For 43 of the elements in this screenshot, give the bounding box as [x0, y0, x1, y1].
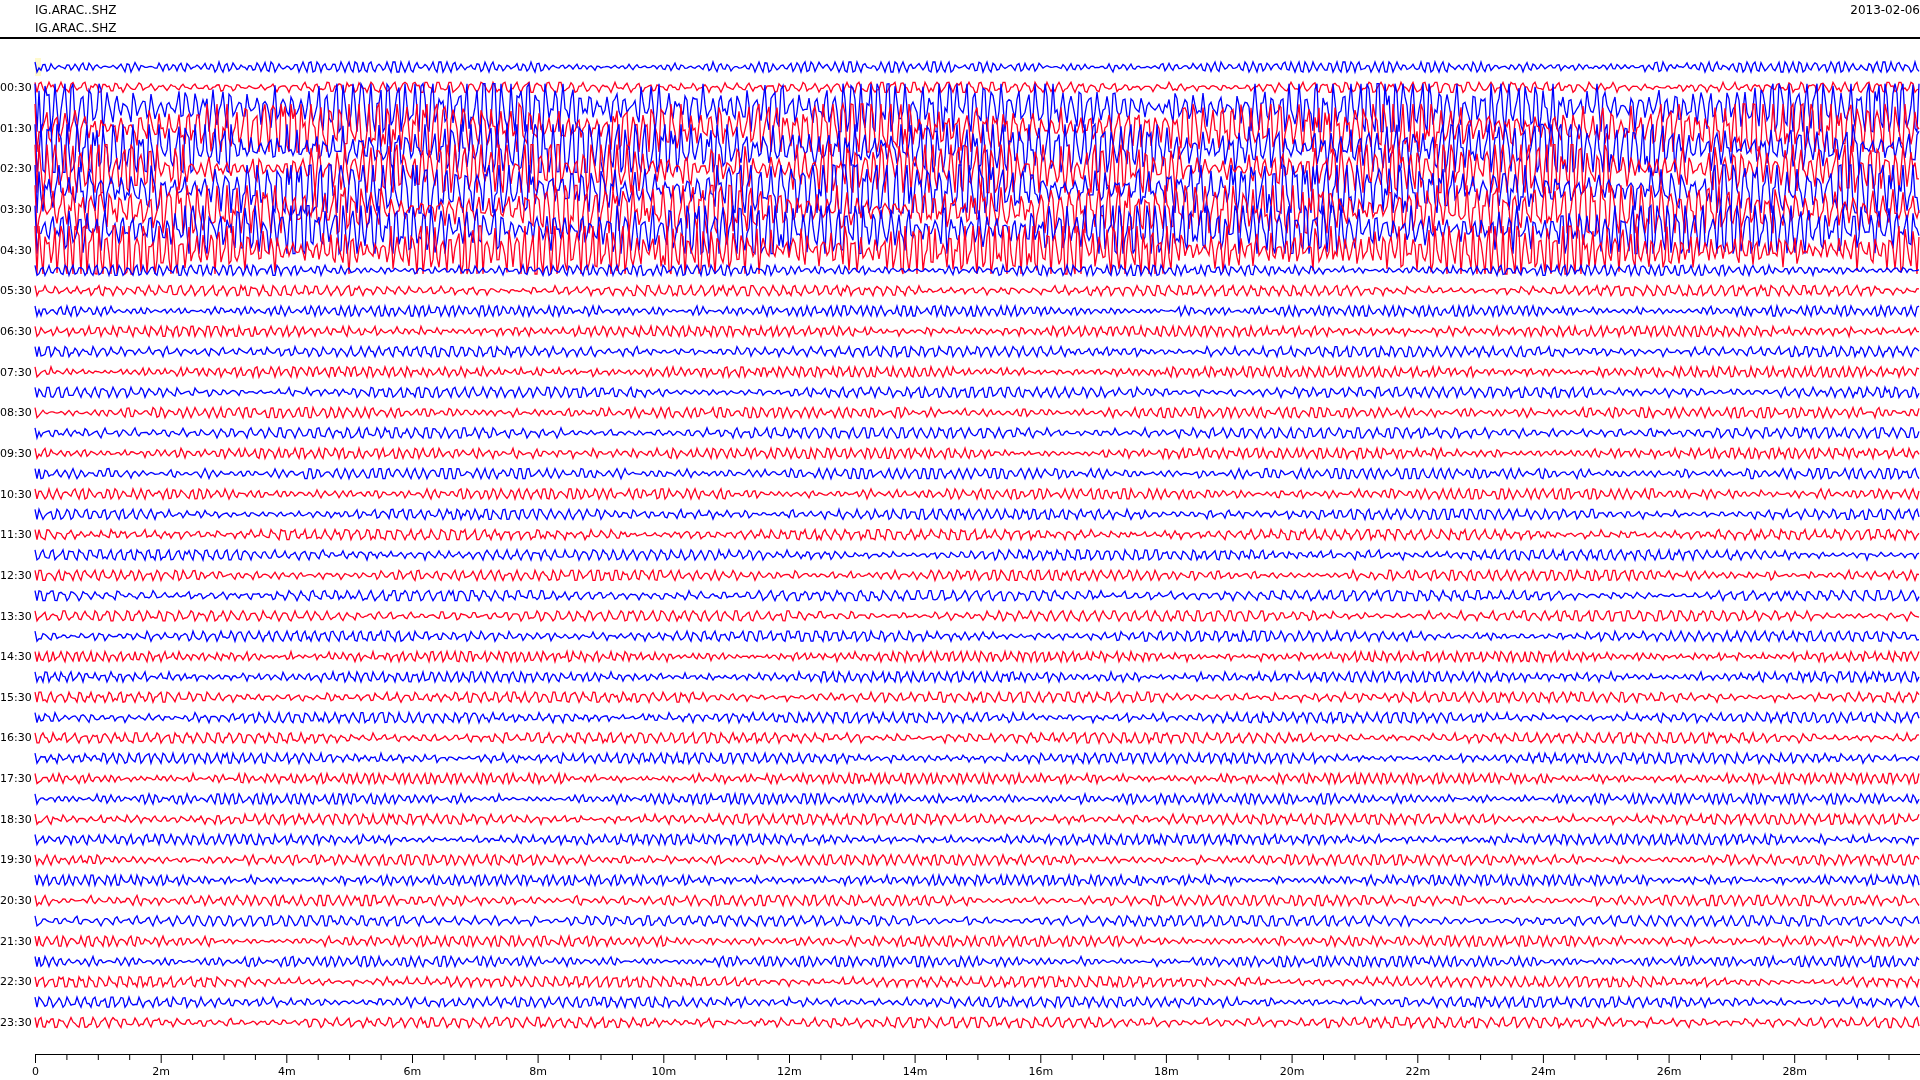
axis-tick-label: 20m [1279, 1065, 1305, 1078]
axis-tick-label: 14m [902, 1065, 928, 1078]
time-label: 15:30 [0, 690, 32, 704]
time-label: 06:30 [0, 324, 32, 338]
time-label: 00:30 [0, 81, 32, 94]
time-label: 17:30 [0, 772, 32, 786]
time-label: 01:30 [0, 121, 32, 135]
time-label: 21:30 [0, 934, 32, 948]
time-label: 20:30 [0, 894, 32, 908]
axis-tick-label: 22m [1405, 1065, 1431, 1078]
axis-tick-label: 24m [1531, 1065, 1556, 1078]
time-label: 12:30 [0, 568, 32, 582]
axis-tick-label: 18m [1154, 1065, 1179, 1078]
axis-tick-label: 10m [651, 1065, 677, 1078]
time-label: 03:30 [0, 202, 32, 216]
axis-tick-label: 0 [32, 1065, 39, 1078]
axis-tick-label: 16m [1028, 1065, 1054, 1078]
date-label: 2013-02-06 [1850, 2, 1920, 19]
time-label: 09:30 [0, 446, 32, 460]
time-label: 05:30 [0, 284, 32, 298]
start-marker [35, 58, 41, 76]
axis-tick-label: 28m [1782, 1065, 1808, 1078]
time-label: 04:30 [0, 243, 32, 257]
channel-label: IG.ARAC..SHZ [35, 2, 117, 19]
time-label: 10:30 [0, 487, 32, 501]
axis-tick-label: 6m [403, 1065, 422, 1078]
time-label: 11:30 [0, 528, 32, 542]
axis-tick-label: 12m [777, 1065, 802, 1078]
channel-label: IG.ARAC..SHZ [35, 20, 117, 37]
axis-tick-label: 8m [529, 1065, 547, 1078]
time-label: 23:30 [0, 1016, 32, 1030]
time-label: 18:30 [0, 812, 32, 826]
time-label: 08:30 [0, 406, 32, 420]
axis-tick-label: 26m [1656, 1065, 1682, 1078]
axis-tick-label: 2m [152, 1065, 170, 1078]
axis-tick-label: 4m [277, 1065, 296, 1078]
time-label: 13:30 [0, 609, 32, 623]
time-label: 02:30 [0, 162, 32, 176]
time-label: 19:30 [0, 853, 32, 867]
time-label: 22:30 [0, 975, 32, 989]
time-label: 16:30 [0, 731, 32, 745]
time-label: 07:30 [0, 365, 32, 379]
time-label: 14:30 [0, 650, 32, 664]
